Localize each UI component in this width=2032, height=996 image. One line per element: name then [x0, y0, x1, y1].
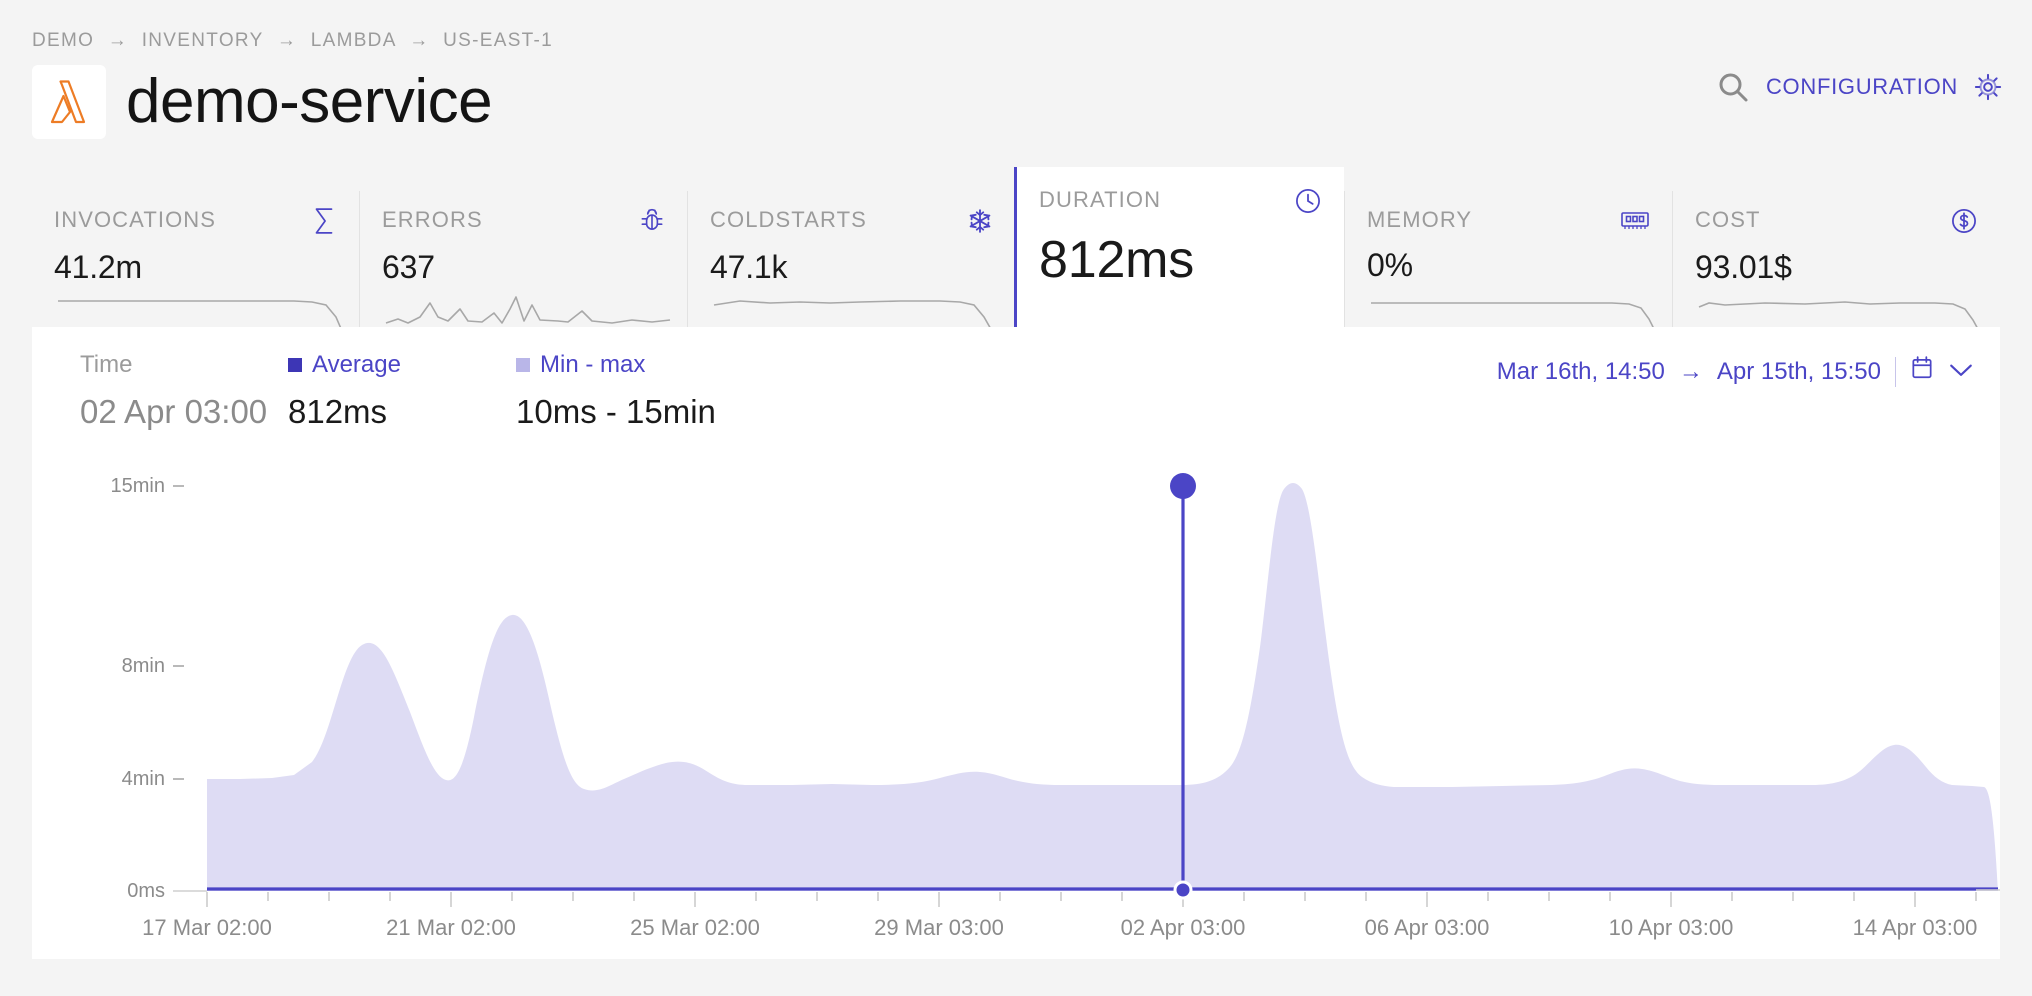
tile-header: MEMORY	[1367, 207, 1650, 238]
x-tick-label-0: 17 Mar 02:00	[142, 915, 272, 940]
sigma-icon	[311, 207, 337, 240]
breadcrumb-item-3[interactable]: US-EAST-1	[443, 30, 553, 51]
breadcrumb-item-0[interactable]: DEMO	[32, 30, 94, 51]
tile-value: 637	[382, 249, 665, 286]
breadcrumb-item-1[interactable]: INVENTORY	[142, 30, 264, 51]
tile-header: ERRORS	[382, 207, 665, 240]
breadcrumb-separator: →	[108, 30, 128, 51]
sparkline	[54, 287, 354, 327]
tile-label: COLDSTARTS	[710, 207, 867, 233]
legend-time-label: Time	[80, 353, 288, 377]
x-axis-ticks	[207, 892, 1976, 907]
cursor-bottom-marker	[1175, 882, 1191, 898]
configuration-button[interactable]: CONFIGURATION	[1766, 74, 1958, 100]
legend-swatch-average	[288, 358, 302, 372]
y-axis: 15min 8min 4min 0ms	[111, 475, 207, 902]
chart-legend: Time 02 Apr 03:00 Average 812ms Min - ma…	[32, 327, 2000, 428]
x-tick-label-3: 29 Mar 03:00	[874, 915, 1004, 940]
calendar-icon[interactable]	[1910, 355, 1934, 388]
legend-average[interactable]: Average 812ms	[288, 353, 516, 428]
legend-average-value: 812ms	[288, 395, 516, 428]
metric-tile-memory[interactable]: MEMORY 0%	[1344, 191, 1672, 327]
y-tick-label-4min: 4min	[122, 768, 165, 790]
sparkline	[1695, 287, 1995, 327]
gear-icon[interactable]	[1974, 73, 2002, 101]
snowflake-icon	[967, 207, 993, 240]
sparkline	[1367, 287, 1667, 327]
page-header: DEMO → INVENTORY → LAMBDA → US-EAST-1 de…	[0, 0, 2032, 139]
memory-chip-icon	[1620, 207, 1650, 238]
legend-average-text: Average	[312, 353, 401, 377]
legend-average-label: Average	[288, 353, 516, 377]
metric-tiles: INVOCATIONS 41.2m ERRORS	[0, 167, 2032, 327]
tile-label: INVOCATIONS	[54, 207, 216, 233]
date-range-picker[interactable]: Mar 16th, 14:50 → Apr 15th, 15:50	[1497, 355, 1974, 388]
tile-header: COLDSTARTS	[710, 207, 993, 240]
range-start: Mar 16th, 14:50	[1497, 358, 1665, 386]
tile-header: DURATION	[1039, 187, 1322, 220]
duration-chart-card: Time 02 Apr 03:00 Average 812ms Min - ma…	[32, 327, 2000, 959]
legend-swatch-minmax	[516, 358, 530, 372]
x-tick-label-5: 06 Apr 03:00	[1365, 915, 1490, 940]
metric-tile-cost[interactable]: COST 93.01$	[1672, 191, 2000, 327]
minmax-area-band	[207, 483, 1998, 891]
header-actions: CONFIGURATION	[1716, 70, 2002, 104]
metric-tile-duration[interactable]: DURATION 812ms	[1014, 167, 1344, 327]
chart-plot-area[interactable]: 15min 8min 4min 0ms	[32, 467, 2000, 959]
legend-minmax-text: Min - max	[540, 353, 645, 377]
search-icon[interactable]	[1716, 70, 1750, 104]
tile-label: COST	[1695, 207, 1761, 233]
bug-icon	[639, 207, 665, 240]
cursor-top-marker	[1170, 473, 1196, 499]
y-tick-label-0ms: 0ms	[127, 880, 165, 902]
range-divider	[1895, 357, 1896, 387]
tile-value: 812ms	[1039, 230, 1322, 290]
tile-value: 41.2m	[54, 249, 337, 286]
breadcrumb-item-2[interactable]: LAMBDA	[311, 30, 396, 51]
range-arrow: →	[1679, 358, 1703, 386]
tile-value: 93.01$	[1695, 249, 1978, 286]
page-title: demo-service	[126, 71, 492, 133]
duration-area-chart[interactable]: 15min 8min 4min 0ms	[32, 467, 2000, 959]
metric-tile-invocations[interactable]: INVOCATIONS 41.2m	[32, 191, 359, 327]
metric-tile-coldstarts[interactable]: COLDSTARTS 47.1k	[687, 191, 1015, 327]
x-tick-label-1: 21 Mar 02:00	[386, 915, 516, 940]
x-tick-label-6: 10 Apr 03:00	[1609, 915, 1734, 940]
tile-value: 0%	[1367, 247, 1650, 284]
x-axis-labels: 17 Mar 02:00 21 Mar 02:00 25 Mar 02:00 2…	[142, 915, 1977, 940]
x-tick-label-2: 25 Mar 02:00	[630, 915, 760, 940]
tile-label: ERRORS	[382, 207, 483, 233]
metric-tile-errors[interactable]: ERRORS 637	[359, 191, 687, 327]
aws-lambda-icon	[32, 65, 106, 139]
tile-header: COST	[1695, 207, 1978, 240]
legend-time-value: 02 Apr 03:00	[80, 395, 288, 428]
tile-label: DURATION	[1039, 187, 1161, 213]
chevron-down-icon[interactable]	[1948, 358, 1974, 386]
range-end: Apr 15th, 15:50	[1717, 358, 1881, 386]
y-tick-label-15min: 15min	[111, 475, 165, 497]
x-tick-label-7: 14 Apr 03:00	[1853, 915, 1978, 940]
legend-minmax-value: 10ms - 15min	[516, 395, 716, 428]
legend-minmax[interactable]: Min - max 10ms - 15min	[516, 353, 716, 428]
breadcrumb-separator: →	[409, 30, 429, 51]
legend-time: Time 02 Apr 03:00	[48, 353, 288, 428]
tile-header: INVOCATIONS	[54, 207, 337, 240]
breadcrumb: DEMO → INVENTORY → LAMBDA → US-EAST-1	[32, 30, 2032, 52]
breadcrumb-separator: →	[277, 30, 297, 51]
tile-value: 47.1k	[710, 249, 993, 286]
legend-minmax-label: Min - max	[516, 353, 716, 377]
tile-label: MEMORY	[1367, 207, 1472, 233]
sparkline	[382, 287, 682, 327]
y-tick-label-8min: 8min	[122, 655, 165, 677]
clock-icon	[1294, 187, 1322, 220]
sparkline	[710, 287, 1010, 327]
x-tick-label-4: 02 Apr 03:00	[1121, 915, 1246, 940]
dollar-circle-icon	[1950, 207, 1978, 240]
